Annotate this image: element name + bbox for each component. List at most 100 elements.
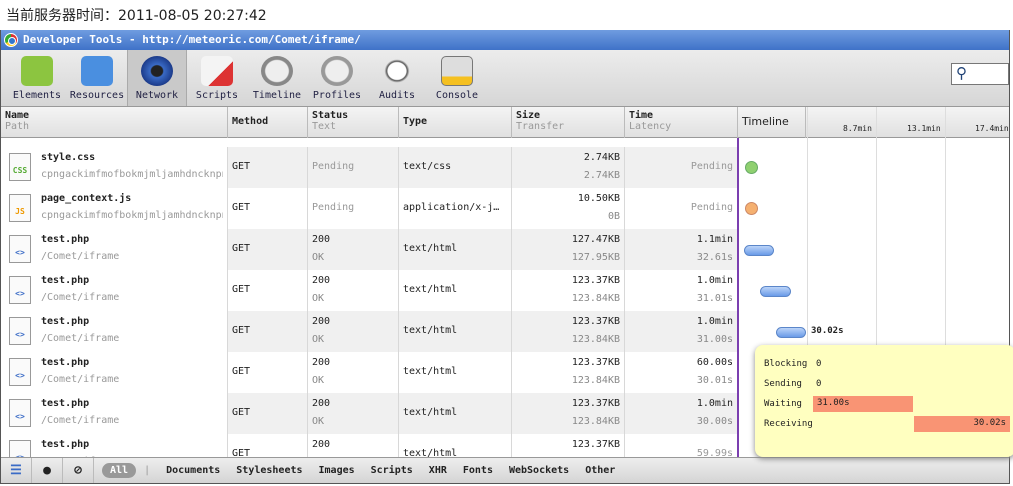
file-icon: <>	[9, 235, 31, 263]
table-row[interactable]: CSS style.css cpngackimfmofbokmjmljamhdnck…	[1, 147, 738, 188]
status-cell: Pending	[308, 188, 399, 229]
list-icon[interactable]: ☰	[1, 457, 32, 483]
type-cell: application/x-j…	[399, 188, 512, 229]
table-row[interactable]: <> test.php/Comet/iframe GET 200 OK text/h…	[1, 393, 738, 434]
bar-label: 30.02s	[811, 326, 844, 336]
status-text: OK	[312, 252, 325, 263]
table-row[interactable]: <> test.php/Comet/iframe GET 200 OK text/h…	[1, 229, 738, 270]
col-label: Time	[629, 110, 654, 121]
tab-label: Resources	[69, 90, 125, 101]
col-method[interactable]: Method	[228, 107, 308, 138]
filter-other[interactable]: Other	[585, 465, 615, 476]
filter-fonts[interactable]: Fonts	[463, 465, 493, 476]
status-text: OK	[312, 293, 325, 304]
file-name: test.php	[41, 398, 90, 409]
grid-header: Name Path Method Status Text Type Size Tran…	[1, 107, 1009, 138]
file-path: /Comet/iframe	[41, 251, 120, 262]
name-cell: <> test.php/Comet/iframe	[1, 270, 228, 311]
latency-value: 30.00s	[696, 416, 733, 427]
size-value: 123.37KB	[571, 357, 620, 368]
time-value: 1.1min	[696, 234, 733, 245]
time-value: 1.0min	[696, 398, 733, 409]
size-cell: 123.37KB 123.84KB	[512, 270, 625, 311]
method-cell: GET	[228, 229, 308, 270]
blocking-label: Blocking	[764, 359, 808, 369]
server-time: 当前服务器时间：2011-08-05 20:27:42	[6, 8, 267, 24]
chrome-icon	[4, 33, 18, 47]
name-cell: <> test.php/Comet/iframe	[1, 311, 228, 352]
file-icon: <>	[9, 276, 31, 304]
record-icon[interactable]: ●	[32, 457, 63, 483]
tab-timeline[interactable]: Timeline	[247, 50, 307, 106]
type-cell: text/html	[399, 270, 512, 311]
table-row[interactable]: <> test.php/Comet/iframe GET 200 OK text/h…	[1, 352, 738, 393]
timeline-bar[interactable]	[744, 245, 774, 256]
file-name: test.php	[41, 439, 90, 450]
time-value: 60.00s	[696, 357, 733, 368]
time-cell: 1.1min 32.61s	[625, 229, 738, 270]
table-row[interactable]: <> test.php/Comet/iframe GET 200 OK text/h…	[1, 311, 738, 352]
sending-label: Sending	[764, 379, 802, 389]
tab-label: Network	[135, 90, 179, 101]
tab-scripts[interactable]: Scripts	[187, 50, 247, 106]
timeline-icon	[261, 56, 293, 86]
load-marker	[737, 138, 739, 458]
tick-label: 13.1min	[907, 124, 941, 133]
filter-scripts[interactable]: Scripts	[371, 465, 413, 476]
size-value: 2.74KB	[583, 152, 620, 163]
file-path: /Comet/iframe	[41, 333, 120, 344]
name-cell: <> test.php/Comet/iframe	[1, 393, 228, 434]
tab-elements[interactable]: Elements	[7, 50, 67, 106]
waiting-label: Waiting	[764, 399, 802, 409]
table-row[interactable]: <> test.php/Comet/iframe GET 200 OK text/h…	[1, 270, 738, 311]
col-name[interactable]: Name Path	[1, 107, 228, 138]
tab-profiles[interactable]: Profiles	[307, 50, 367, 106]
col-timeline[interactable]: Timeline	[738, 107, 806, 138]
scripts-icon	[201, 56, 233, 86]
status-cell: 200 OK	[308, 311, 399, 352]
col-label: Timeline	[742, 115, 789, 128]
status-code: 200	[312, 234, 331, 245]
file-path: cpngackimfmofbokmjmljamhdncknpn	[41, 210, 223, 221]
type-cell: text/html	[399, 393, 512, 434]
col-time[interactable]: Time Latency	[625, 107, 738, 138]
status-cell: 200 OK	[308, 270, 399, 311]
col-size[interactable]: Size Transfer	[512, 107, 625, 138]
tab-resources[interactable]: Resources	[67, 50, 127, 106]
method-cell: GET	[228, 352, 308, 393]
tab-network[interactable]: Network	[127, 50, 187, 106]
timing-popup: Blocking 0 Sending 0 Waiting 31.00s Receivi…	[755, 345, 1013, 457]
timeline-bar[interactable]	[776, 327, 806, 338]
clear-icon[interactable]: ⊘	[63, 457, 94, 483]
filter-xhr[interactable]: XHR	[429, 465, 447, 476]
filter-documents[interactable]: Documents	[166, 465, 220, 476]
tab-audits[interactable]: Audits	[367, 50, 427, 106]
col-type[interactable]: Type	[399, 107, 512, 138]
profiles-icon	[321, 56, 353, 86]
timeline-dot[interactable]	[745, 202, 758, 215]
file-name: style.css	[41, 152, 96, 163]
tab-console[interactable]: Console	[427, 50, 487, 106]
status-cell: 200 OK	[308, 393, 399, 434]
timeline-bar[interactable]	[760, 286, 791, 297]
col-label: Type	[403, 116, 428, 127]
search-input[interactable]: ⚲	[951, 63, 1009, 85]
table-row[interactable]: JS page_context.js cpngackimfmofbokmjmljam…	[1, 188, 738, 229]
name-cell: <> test.php/Comet/iframe	[1, 229, 228, 270]
filter-all[interactable]: All	[102, 463, 137, 478]
method-cell: GET	[228, 188, 308, 229]
window-title: Developer Tools - http://meteoric.com/Co…	[23, 33, 361, 46]
file-icon: <>	[9, 399, 31, 427]
col-status[interactable]: Status Text	[308, 107, 399, 138]
transfer-value: 0B	[607, 211, 620, 222]
timeline-dot[interactable]	[745, 161, 758, 174]
col-sublabel: Transfer	[516, 121, 565, 132]
network-icon	[141, 56, 173, 86]
type-cell: text/html	[399, 352, 512, 393]
file-name: test.php	[41, 357, 90, 368]
method-cell: GET	[228, 270, 308, 311]
filter-websockets[interactable]: WebSockets	[509, 465, 569, 476]
filter-images[interactable]: Images	[319, 465, 355, 476]
resources-icon	[81, 56, 113, 86]
filter-stylesheets[interactable]: Stylesheets	[236, 465, 302, 476]
